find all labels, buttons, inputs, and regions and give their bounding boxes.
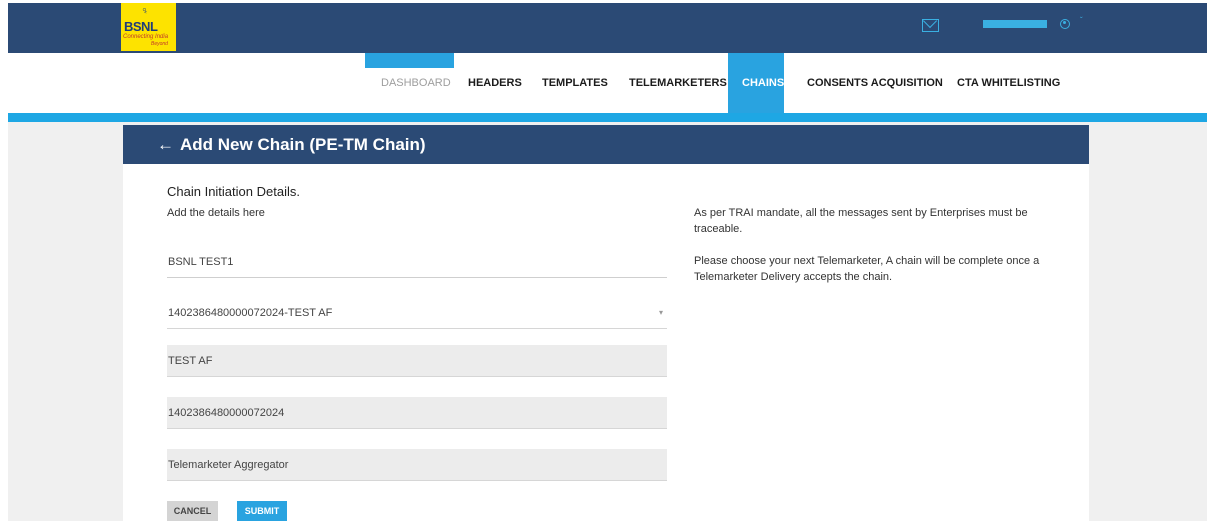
submit-button[interactable]: SUBMIT <box>237 501 287 521</box>
nav-templates[interactable]: TEMPLATES <box>542 77 608 89</box>
logo-name: BSNL <box>124 19 158 34</box>
telemarketer-name-value: TEST AF <box>168 355 213 367</box>
back-arrow-icon[interactable]: ← <box>157 135 174 155</box>
chain-form-card: Chain Initiation Details. Add the detail… <box>123 164 1089 521</box>
nav-chains[interactable]: CHAINS <box>742 77 784 89</box>
cancel-button[interactable]: CANCEL <box>167 501 218 521</box>
page-title: Add New Chain (PE-TM Chain) <box>180 135 426 154</box>
nav-headers[interactable]: HEADERS <box>468 77 522 89</box>
telemarketer-select[interactable]: 1402386480000072024-TEST AF ▾ <box>167 297 667 329</box>
page-header: ← Add New Chain (PE-TM Chain) <box>123 125 1089 164</box>
nav-dashboard[interactable]: DASHBOARD <box>381 77 451 89</box>
nav-divider <box>8 113 1207 122</box>
nav-telemarketers[interactable]: TELEMARKETERS <box>629 77 727 89</box>
logo-mark: ♀ <box>138 3 152 19</box>
mail-icon[interactable] <box>922 19 939 32</box>
bsnl-logo[interactable]: ♀ BSNL Connecting India Beyond <box>121 3 176 51</box>
top-bar: ♀ BSNL Connecting India Beyond ˇ <box>8 3 1207 53</box>
chevron-down-icon[interactable]: ▾ <box>659 297 663 329</box>
telemarketer-type-field: Telemarketer Aggregator <box>167 449 667 481</box>
telemarketer-id-field: 1402386480000072024 <box>167 397 667 429</box>
telemarketer-select-value: 1402386480000072024-TEST AF <box>168 307 333 319</box>
dashboard-indicator <box>365 53 454 68</box>
section-subtitle: Add the details here <box>167 207 265 219</box>
logo-tagline-2: Beyond <box>151 41 168 47</box>
main-nav: DASHBOARD HEADERS TEMPLATES TELEMARKETER… <box>8 53 1207 113</box>
telemarketer-name-field: TEST AF <box>167 345 667 377</box>
entity-name-field[interactable]: BSNL TEST1 <box>167 246 667 278</box>
info-traceability: As per TRAI mandate, all the messages se… <box>694 207 1028 235</box>
user-name[interactable] <box>983 20 1047 28</box>
nav-cta-whitelisting[interactable]: CTA WHITELISTING <box>957 77 1060 89</box>
chevron-down-icon[interactable]: ˇ <box>1080 16 1083 25</box>
telemarketer-type-value: Telemarketer Aggregator <box>168 459 289 471</box>
section-title: Chain Initiation Details. <box>167 184 300 199</box>
nav-consents-acquisition[interactable]: CONSENTS ACQUISITION <box>807 77 943 89</box>
entity-name-value: BSNL TEST1 <box>168 256 234 268</box>
telemarketer-id-value: 1402386480000072024 <box>168 407 285 419</box>
info-chain-completion: Please choose your next Telemarketer, A … <box>694 255 1040 283</box>
logo-tagline: Connecting India <box>123 34 169 40</box>
user-circle-icon[interactable] <box>1060 19 1070 29</box>
